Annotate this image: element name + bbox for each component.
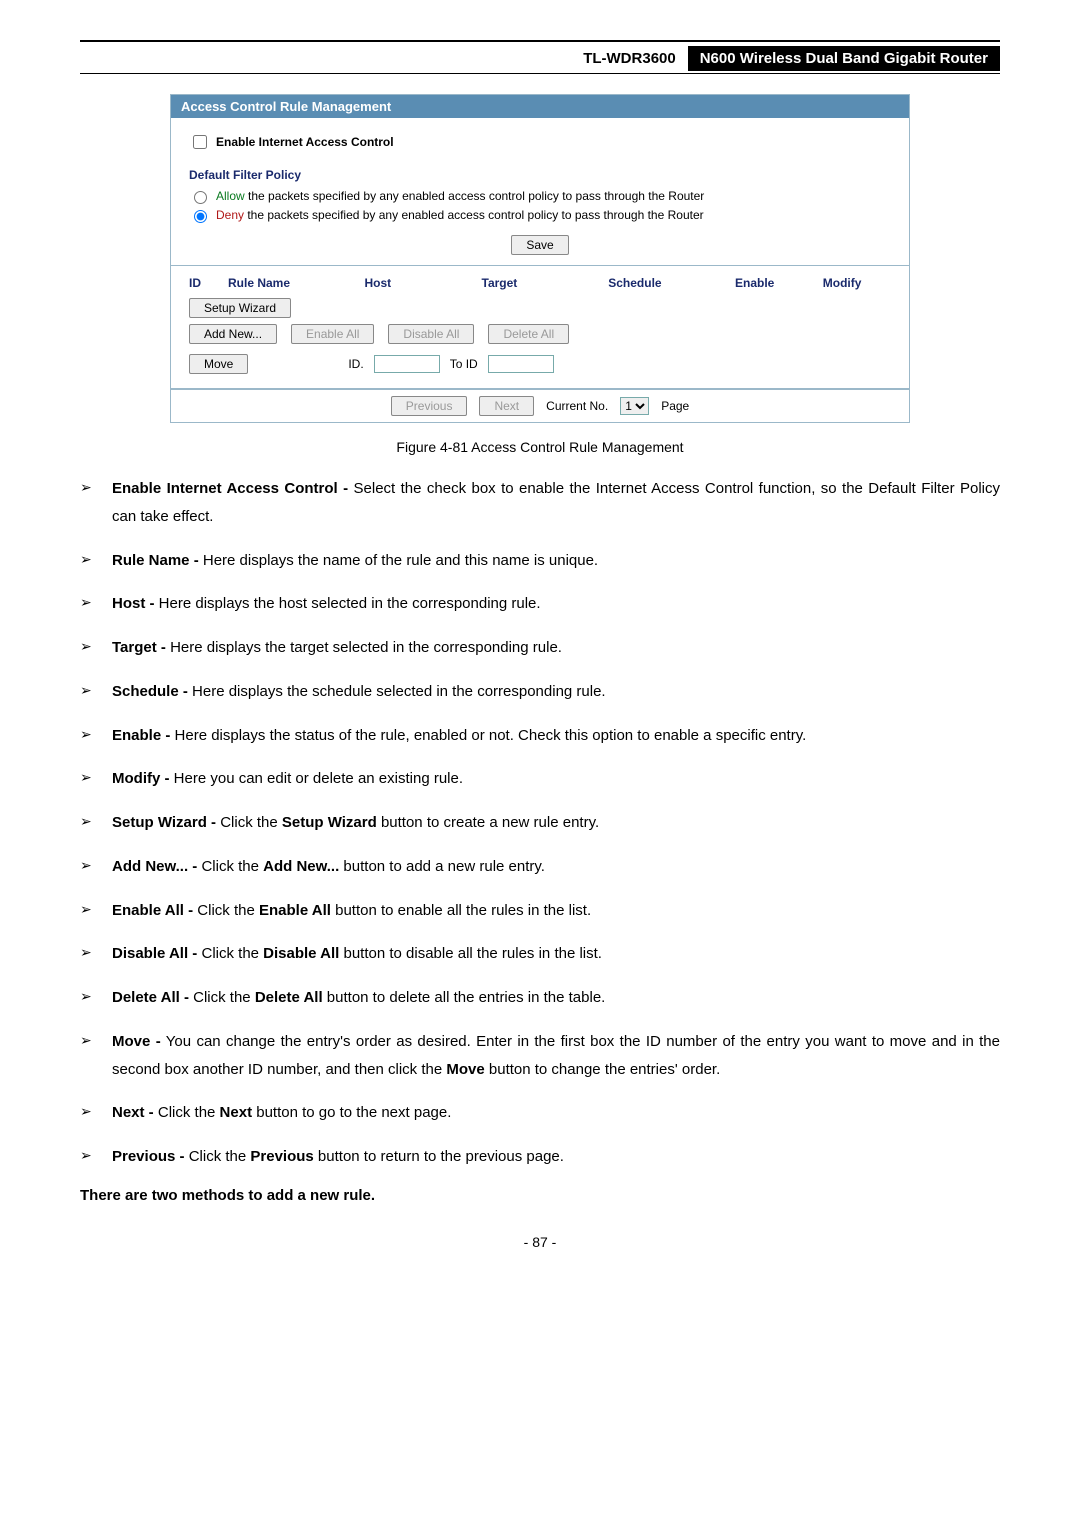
bullet-item: ➢ Schedule - Here displays the schedule s… bbox=[80, 678, 1000, 706]
bullet-arrow-icon: ➢ bbox=[80, 765, 98, 793]
current-no-label: Current No. bbox=[546, 399, 608, 413]
enable-iac-label: Enable Internet Access Control bbox=[216, 135, 394, 149]
bullet-text: Next - Click the Next button to go to th… bbox=[112, 1099, 1000, 1127]
panel-title: Access Control Rule Management bbox=[171, 95, 909, 118]
bullet-text: Target - Here displays the target select… bbox=[112, 634, 1000, 662]
bullet-item: ➢ Setup Wizard - Click the Setup Wizard b… bbox=[80, 809, 1000, 837]
enable-iac-checkbox[interactable] bbox=[193, 135, 207, 149]
bullet-text: Host - Here displays the host selected i… bbox=[112, 590, 1000, 618]
figure-caption: Figure 4-81 Access Control Rule Manageme… bbox=[80, 439, 1000, 455]
next-button[interactable]: Next bbox=[479, 396, 534, 416]
policy-header: Default Filter Policy bbox=[189, 168, 891, 182]
rule-table-header: ID Rule Name Host Target Schedule Enable… bbox=[189, 276, 891, 290]
enable-all-button[interactable]: Enable All bbox=[291, 324, 374, 344]
bullet-text: Schedule - Here displays the schedule se… bbox=[112, 678, 1000, 706]
col-target: Target bbox=[482, 276, 609, 290]
add-new-button[interactable]: Add New... bbox=[189, 324, 277, 344]
bullet-arrow-icon: ➢ bbox=[80, 1028, 98, 1084]
config-panel: Access Control Rule Management Enable In… bbox=[170, 94, 910, 389]
setup-wizard-button[interactable]: Setup Wizard bbox=[189, 298, 291, 318]
id-to-input[interactable] bbox=[488, 355, 554, 373]
bullet-item: ➢ Disable All - Click the Disable All but… bbox=[80, 940, 1000, 968]
policy-deny-text: Deny the packets specified by any enable… bbox=[216, 208, 704, 222]
bullet-text: Setup Wizard - Click the Setup Wizard bu… bbox=[112, 809, 1000, 837]
page-number: - 87 - bbox=[80, 1234, 1000, 1250]
bullet-item: ➢ Rule Name - Here displays the name of t… bbox=[80, 547, 1000, 575]
bullet-arrow-icon: ➢ bbox=[80, 634, 98, 662]
bullet-arrow-icon: ➢ bbox=[80, 547, 98, 575]
bullet-item: ➢ Modify - Here you can edit or delete an… bbox=[80, 765, 1000, 793]
bullet-arrow-icon: ➢ bbox=[80, 590, 98, 618]
policy-deny-radio[interactable] bbox=[194, 210, 207, 223]
bullet-list: ➢Enable Internet Access Control - Select… bbox=[80, 475, 1000, 1171]
bullet-arrow-icon: ➢ bbox=[80, 897, 98, 925]
col-host: Host bbox=[365, 276, 482, 290]
bullet-item: ➢ Enable All - Click the Enable All butto… bbox=[80, 897, 1000, 925]
bullet-item: ➢ Host - Here displays the host selected … bbox=[80, 590, 1000, 618]
col-rule-name: Rule Name bbox=[228, 276, 365, 290]
bullet-arrow-icon: ➢ bbox=[80, 475, 98, 531]
id-from-input[interactable] bbox=[374, 355, 440, 373]
col-id: ID bbox=[189, 276, 228, 290]
save-button[interactable]: Save bbox=[511, 235, 568, 255]
col-schedule: Schedule bbox=[608, 276, 735, 290]
product-name: N600 Wireless Dual Band Gigabit Router bbox=[688, 46, 1000, 71]
bullet-text: Enable - Here displays the status of the… bbox=[112, 722, 1000, 750]
doc-header: TL-WDR3600 N600 Wireless Dual Band Gigab… bbox=[80, 46, 1000, 71]
bullet-item: ➢ Add New... - Click the Add New... butto… bbox=[80, 853, 1000, 881]
bullet-item: ➢Enable Internet Access Control - Select… bbox=[80, 475, 1000, 531]
page-select[interactable]: 1 bbox=[620, 397, 649, 415]
closing-text: There are two methods to add a new rule. bbox=[80, 1187, 1000, 1204]
col-enable: Enable bbox=[735, 276, 823, 290]
bullet-text: Enable Internet Access Control - Select … bbox=[112, 475, 1000, 531]
bullet-arrow-icon: ➢ bbox=[80, 940, 98, 968]
bullet-text: Modify - Here you can edit or delete an … bbox=[112, 765, 1000, 793]
bullet-text: Delete All - Click the Delete All button… bbox=[112, 984, 1000, 1012]
bullet-arrow-icon: ➢ bbox=[80, 984, 98, 1012]
delete-all-button[interactable]: Delete All bbox=[488, 324, 569, 344]
id-label: ID. bbox=[348, 357, 363, 371]
bullet-arrow-icon: ➢ bbox=[80, 809, 98, 837]
policy-allow-text: Allow the packets specified by any enabl… bbox=[216, 189, 704, 203]
bullet-arrow-icon: ➢ bbox=[80, 678, 98, 706]
bullet-arrow-icon: ➢ bbox=[80, 1143, 98, 1171]
bullet-text: Previous - Click the Previous button to … bbox=[112, 1143, 1000, 1171]
bullet-text: Disable All - Click the Disable All butt… bbox=[112, 940, 1000, 968]
disable-all-button[interactable]: Disable All bbox=[388, 324, 474, 344]
to-id-label: To ID bbox=[450, 357, 478, 371]
page-label: Page bbox=[661, 399, 689, 413]
pagination-bar: Previous Next Current No. 1 Page bbox=[170, 389, 910, 423]
bullet-arrow-icon: ➢ bbox=[80, 853, 98, 881]
bullet-text: Add New... - Click the Add New... button… bbox=[112, 853, 1000, 881]
bullet-text: Rule Name - Here displays the name of th… bbox=[112, 547, 1000, 575]
previous-button[interactable]: Previous bbox=[391, 396, 468, 416]
bullet-arrow-icon: ➢ bbox=[80, 722, 98, 750]
policy-allow-radio[interactable] bbox=[194, 191, 207, 204]
bullet-item: ➢ Delete All - Click the Delete All butto… bbox=[80, 984, 1000, 1012]
bullet-item: ➢ Next - Click the Next button to go to t… bbox=[80, 1099, 1000, 1127]
model-number: TL-WDR3600 bbox=[571, 46, 688, 71]
bullet-item: ➢ Previous - Click the Previous button to… bbox=[80, 1143, 1000, 1171]
bullet-item: ➢Move - You can change the entry's order… bbox=[80, 1028, 1000, 1084]
col-modify: Modify bbox=[823, 276, 891, 290]
bullet-arrow-icon: ➢ bbox=[80, 1099, 98, 1127]
bullet-text: Enable All - Click the Enable All button… bbox=[112, 897, 1000, 925]
bullet-text: Move - You can change the entry's order … bbox=[112, 1028, 1000, 1084]
move-button[interactable]: Move bbox=[189, 354, 248, 374]
bullet-item: ➢ Target - Here displays the target selec… bbox=[80, 634, 1000, 662]
bullet-item: ➢ Enable - Here displays the status of th… bbox=[80, 722, 1000, 750]
